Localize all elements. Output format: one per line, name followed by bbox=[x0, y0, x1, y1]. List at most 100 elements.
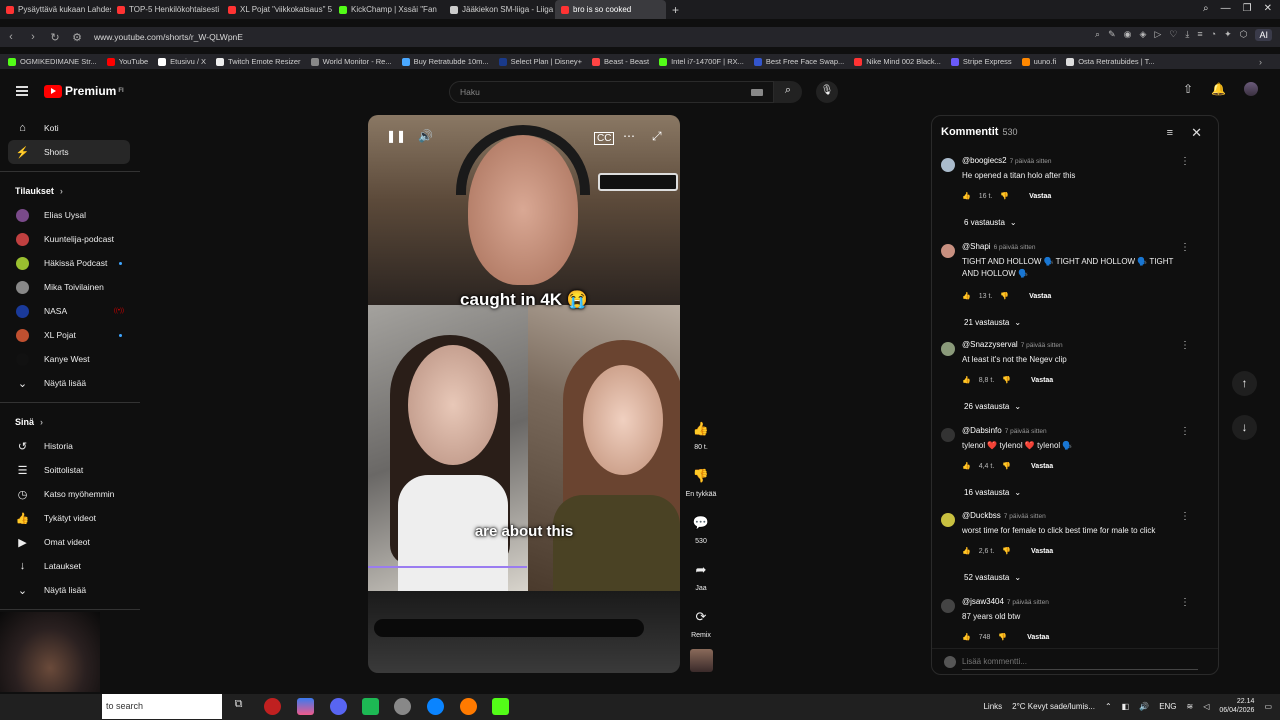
sidebar-item-channel[interactable]: Kuuntelija-podcast bbox=[0, 227, 140, 251]
sidebar-item-channel[interactable]: Häkissä Podcast bbox=[0, 251, 140, 275]
replies-toggle[interactable]: 21 vastausta ⌄ bbox=[964, 318, 1021, 327]
shield-icon[interactable]: ◈ bbox=[1139, 29, 1146, 41]
comment-author[interactable]: @Shapi 6 päivää sitten bbox=[962, 242, 1036, 251]
comment-author[interactable]: @jsaw3404 7 päivää sitten bbox=[962, 597, 1049, 606]
task-view-icon[interactable]: ⧉ bbox=[230, 698, 247, 715]
subscriptions-heading[interactable]: Tilaukset › bbox=[0, 179, 140, 203]
thumbs-down-icon[interactable]: 👎 bbox=[1002, 547, 1011, 555]
wifi-icon[interactable]: ≋ bbox=[1187, 702, 1194, 711]
reply-button[interactable]: Vastaa bbox=[1031, 463, 1053, 470]
close-icon[interactable]: ✕ bbox=[1191, 125, 1202, 141]
thumbs-down-icon[interactable]: 👎 bbox=[1002, 462, 1011, 470]
firefox-icon[interactable] bbox=[460, 698, 477, 715]
replies-toggle[interactable]: 26 vastausta ⌄ bbox=[964, 402, 1021, 411]
app-icon[interactable] bbox=[362, 698, 379, 715]
sound-thumbnail[interactable] bbox=[690, 649, 713, 672]
reply-button[interactable]: Vastaa bbox=[1029, 193, 1051, 200]
thumbs-up-icon[interactable]: 👍 bbox=[962, 192, 971, 200]
minimize-button[interactable]: — bbox=[1221, 3, 1231, 14]
more-icon[interactable]: ⋮ bbox=[1180, 242, 1190, 253]
language-indicator[interactable]: ENG bbox=[1159, 702, 1176, 711]
sidebar-item-channel[interactable]: Elias Uysal bbox=[0, 203, 140, 227]
sidebar-item-channel[interactable]: XL Pojat bbox=[0, 323, 140, 347]
search-icon[interactable]: ⌕ bbox=[1095, 29, 1100, 41]
avatar[interactable] bbox=[941, 428, 955, 442]
notifications-icon[interactable]: ▭ bbox=[1264, 702, 1272, 711]
browser-tab[interactable]: Pysäyttävä kukaan Lahdess... bbox=[0, 0, 111, 19]
thumbs-up-icon[interactable]: 👍 bbox=[962, 376, 971, 384]
weather-widget[interactable]: 2°C Kevyt sade/lumis... bbox=[1012, 702, 1095, 711]
comment-list[interactable]: @boogiecs2 7 päivää sitten He opened a tit… bbox=[932, 154, 1212, 642]
avatar[interactable] bbox=[941, 599, 955, 613]
captions-icon[interactable]: CC bbox=[594, 132, 615, 145]
browser-tab[interactable]: XL Pojat "viikkokatsaus" 5 bbox=[222, 0, 333, 19]
avatar[interactable] bbox=[1244, 82, 1258, 96]
bookmark-item[interactable]: World Monitor - Re... bbox=[310, 57, 392, 66]
comment-author[interactable]: @boogiecs2 7 päivää sitten bbox=[962, 156, 1052, 165]
avatar[interactable] bbox=[941, 244, 955, 258]
progress-bar[interactable] bbox=[368, 566, 528, 568]
replies-toggle[interactable]: 52 vastausta ⌄ bbox=[964, 573, 1021, 582]
bookmark-item[interactable]: Select Plan | Disney+ bbox=[498, 57, 582, 66]
sidebar-item-history[interactable]: ↺ Historia bbox=[0, 434, 140, 458]
thumbs-up-icon[interactable]: 👍 bbox=[962, 633, 971, 641]
links-toolbar[interactable]: Links bbox=[983, 702, 1002, 711]
play-icon[interactable]: ▷ bbox=[1154, 29, 1161, 41]
camera-icon[interactable]: ◉ bbox=[1124, 29, 1132, 41]
bookmark-item[interactable]: Buy Retratubde 10m... bbox=[401, 57, 489, 66]
menu-icon[interactable] bbox=[16, 86, 28, 96]
keyboard-icon[interactable] bbox=[751, 89, 763, 96]
replies-toggle[interactable]: 16 vastausta ⌄ bbox=[964, 488, 1021, 497]
kick-icon[interactable] bbox=[492, 698, 509, 715]
forward-button[interactable]: › bbox=[22, 31, 44, 43]
sidebar-item-my-videos[interactable]: ▶ Omat videot bbox=[0, 530, 140, 554]
download-icon[interactable]: ⤓ bbox=[1185, 29, 1189, 41]
bookmark-item[interactable]: Etusivu / X bbox=[158, 57, 206, 66]
more-icon[interactable]: ⋮ bbox=[1180, 156, 1190, 167]
tab-active[interactable]: bro is so cooked bbox=[555, 0, 666, 19]
app-icon[interactable] bbox=[297, 698, 314, 715]
like-button[interactable]: 👍 80 t. bbox=[688, 416, 714, 451]
comment-author[interactable]: @Duckbss 7 päivää sitten bbox=[962, 511, 1046, 520]
thumbs-up-icon[interactable]: 👍 bbox=[962, 462, 971, 470]
share-button[interactable]: ➦ Jaa bbox=[688, 557, 714, 592]
close-window-button[interactable]: ✕ bbox=[1264, 3, 1272, 14]
sidebar-item-chevron-down[interactable]: ⌄ Näytä lisää bbox=[0, 578, 140, 602]
volume-icon[interactable]: 🔊 bbox=[418, 129, 433, 143]
bookmark-item[interactable]: Stripe Express bbox=[950, 57, 1012, 66]
more-icon[interactable]: ⋮ bbox=[1180, 597, 1190, 608]
bookmark-item[interactable]: Best Free Face Swap... bbox=[753, 57, 844, 66]
voice-search-button[interactable]: 🎙 bbox=[816, 81, 838, 103]
add-comment-input[interactable] bbox=[962, 654, 1198, 670]
dislike-button[interactable]: 👎 En tykkää bbox=[686, 463, 717, 498]
bookmark-item[interactable]: Intel i7-14700F | RX... bbox=[659, 57, 744, 66]
reply-button[interactable]: Vastaa bbox=[1031, 377, 1053, 384]
chevron-up-icon[interactable]: ⌃ bbox=[1105, 702, 1112, 711]
search-button[interactable]: ⌕ bbox=[774, 81, 802, 103]
scrollbar[interactable] bbox=[1211, 152, 1215, 640]
app-icon[interactable] bbox=[394, 698, 411, 715]
replies-toggle[interactable]: 6 vastausta ⌄ bbox=[964, 218, 1017, 227]
sidebar-item-channel[interactable]: NASA ((•)) bbox=[0, 299, 140, 323]
edit-icon[interactable]: ✎ bbox=[1108, 29, 1116, 41]
reply-button[interactable]: Vastaa bbox=[1027, 634, 1049, 641]
sidebar-item-shorts[interactable]: ⚡ Shorts bbox=[8, 140, 130, 164]
bell-icon[interactable]: 🔔 bbox=[1211, 82, 1226, 96]
network-icon[interactable]: ◧ bbox=[1122, 702, 1130, 711]
avatar[interactable] bbox=[941, 158, 955, 172]
reply-button[interactable]: Vastaa bbox=[1031, 548, 1053, 555]
thumbs-down-icon[interactable]: 👎 bbox=[998, 633, 1007, 641]
browser-tab[interactable]: KickChamp | Xssäi "Fan bbox=[333, 0, 444, 19]
clock[interactable]: 22.14 06/04/2026 bbox=[1219, 697, 1254, 715]
cube-icon[interactable]: ⬡ bbox=[1240, 29, 1248, 41]
speaker-icon[interactable]: ◁ bbox=[1203, 702, 1209, 711]
bookmark-item[interactable]: YouTube bbox=[106, 57, 148, 66]
search-tabs-icon[interactable]: ⌕ bbox=[1203, 3, 1209, 14]
chevron-right-icon[interactable]: › bbox=[1259, 57, 1262, 67]
discord-icon[interactable] bbox=[330, 698, 347, 715]
edge-icon[interactable] bbox=[427, 698, 444, 715]
sort-icon[interactable]: ≡ bbox=[1167, 127, 1173, 139]
more-icon[interactable]: ⋮ bbox=[1180, 426, 1190, 437]
extension-icon[interactable]: ✦ bbox=[1224, 29, 1232, 41]
thumbs-down-icon[interactable]: 👎 bbox=[1002, 376, 1011, 384]
